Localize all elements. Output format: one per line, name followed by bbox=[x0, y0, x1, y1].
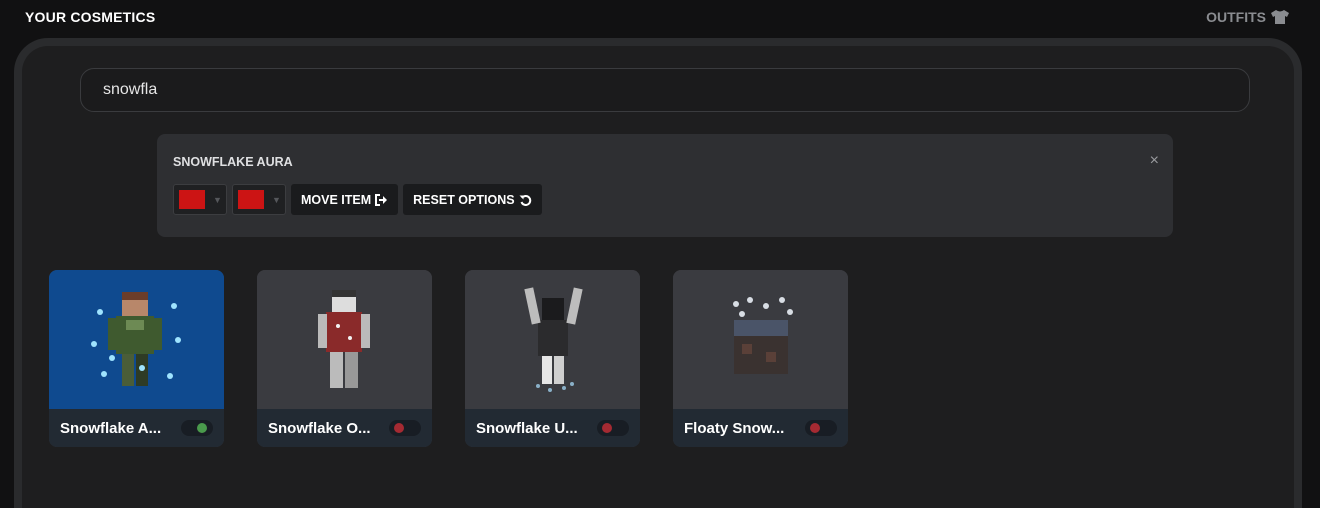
toggle-knob bbox=[810, 423, 820, 433]
color-picker-primary[interactable]: ▼ bbox=[173, 184, 227, 215]
shirt-icon bbox=[1271, 10, 1289, 24]
outfits-label: OUTFITS bbox=[1206, 9, 1266, 25]
enable-toggle[interactable] bbox=[597, 420, 629, 436]
outfits-link[interactable]: OUTFITS bbox=[1206, 9, 1290, 25]
move-icon bbox=[375, 193, 388, 206]
cosmetic-item-footer: Snowflake O... bbox=[257, 409, 432, 447]
caret-down-icon: ▼ bbox=[213, 194, 222, 205]
cosmetic-item-name: Snowflake O... bbox=[268, 419, 371, 437]
cosmetic-item-card[interactable]: Floaty Snow... bbox=[673, 270, 848, 447]
cosmetic-thumbnail bbox=[49, 270, 224, 409]
top-bar: YOUR COSMETICS OUTFITS bbox=[0, 0, 1320, 36]
page-title: YOUR COSMETICS bbox=[25, 9, 156, 25]
caret-down-icon: ▼ bbox=[272, 194, 281, 205]
color-picker-secondary[interactable]: ▼ bbox=[232, 184, 286, 215]
color-swatch bbox=[238, 190, 264, 209]
color-swatch bbox=[179, 190, 205, 209]
toggle-knob bbox=[602, 423, 612, 433]
cosmetic-item-card[interactable]: Snowflake U... bbox=[465, 270, 640, 447]
search-input[interactable] bbox=[80, 68, 1250, 112]
cosmetics-grid: Snowflake A... Snowflake O... Snowflake U.… bbox=[49, 270, 848, 447]
reset-icon bbox=[519, 194, 531, 206]
cosmetic-item-card[interactable]: Snowflake A... bbox=[49, 270, 224, 447]
cosmetic-item-name: Floaty Snow... bbox=[684, 419, 785, 437]
move-item-button[interactable]: MOVE ITEM bbox=[291, 184, 399, 215]
reset-options-button[interactable]: RESET OPTIONS bbox=[403, 184, 542, 215]
toggle-knob bbox=[394, 423, 404, 433]
item-options-card: SNOWFLAKE AURA × ▼ ▼ MOVE ITEM RESET OPT… bbox=[157, 134, 1173, 237]
cosmetics-panel: SNOWFLAKE AURA × ▼ ▼ MOVE ITEM RESET OPT… bbox=[14, 38, 1302, 508]
cosmetic-thumbnail bbox=[465, 270, 640, 409]
close-icon[interactable]: × bbox=[1150, 153, 1159, 169]
enable-toggle[interactable] bbox=[389, 420, 421, 436]
reset-options-label: RESET OPTIONS bbox=[413, 192, 515, 207]
enable-toggle[interactable] bbox=[181, 420, 213, 436]
enable-toggle[interactable] bbox=[805, 420, 837, 436]
cosmetic-thumbnail bbox=[673, 270, 848, 409]
cosmetic-item-name: Snowflake U... bbox=[476, 419, 578, 437]
cosmetic-item-footer: Snowflake U... bbox=[465, 409, 640, 447]
cosmetic-thumbnail bbox=[257, 270, 432, 409]
cosmetic-item-name: Snowflake A... bbox=[60, 419, 162, 437]
cosmetic-item-footer: Floaty Snow... bbox=[673, 409, 848, 447]
options-toolbar: ▼ ▼ MOVE ITEM RESET OPTIONS bbox=[173, 184, 542, 215]
cosmetic-item-card[interactable]: Snowflake O... bbox=[257, 270, 432, 447]
cosmetic-item-footer: Snowflake A... bbox=[49, 409, 224, 447]
toggle-knob bbox=[197, 423, 207, 433]
options-item-title: SNOWFLAKE AURA bbox=[173, 155, 293, 169]
move-item-label: MOVE ITEM bbox=[301, 192, 372, 207]
